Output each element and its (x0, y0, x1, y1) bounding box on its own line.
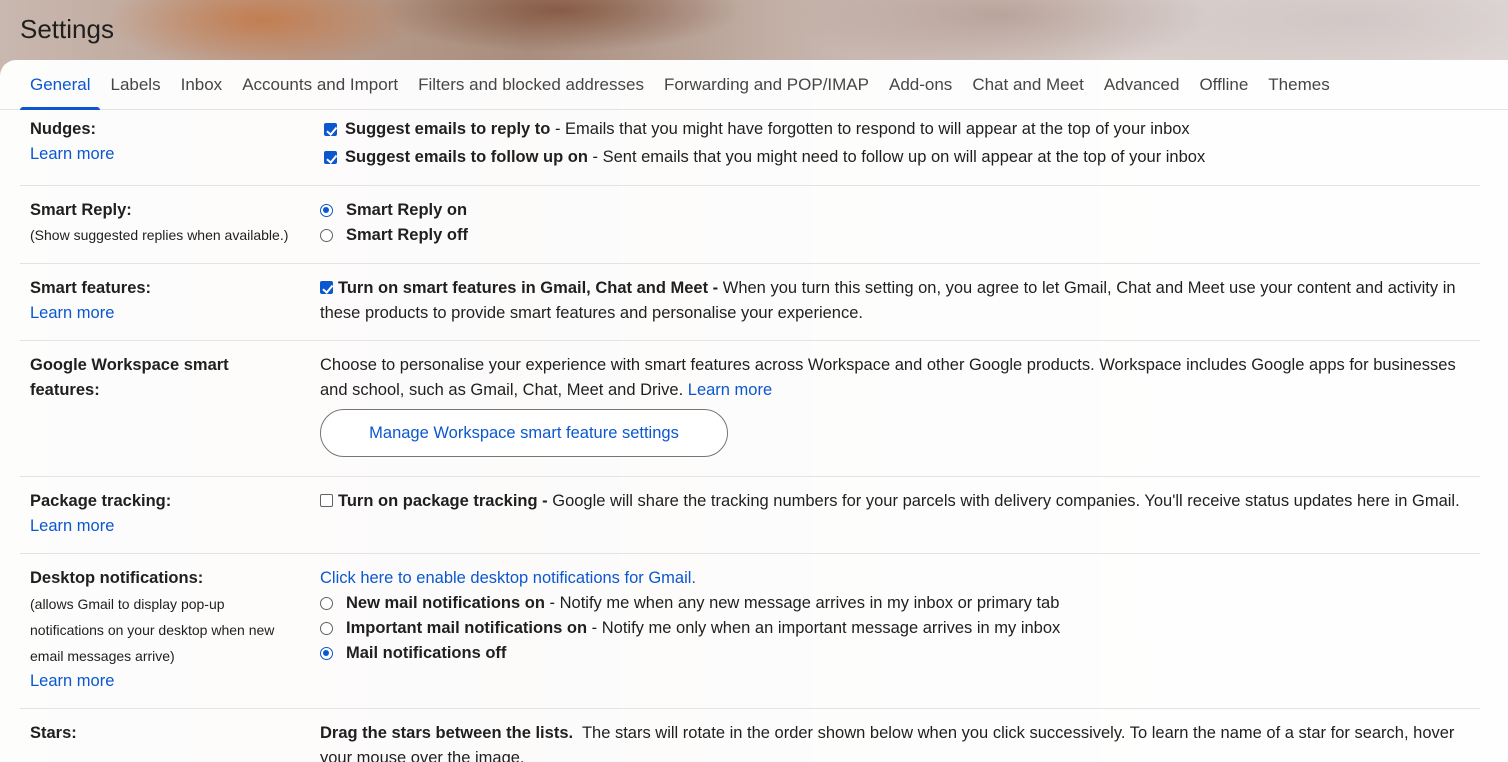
tab-chat-and-meet[interactable]: Chat and Meet (962, 60, 1094, 109)
setting-label-nudges: Nudges: (30, 120, 96, 138)
package-tracking-title: Turn on package tracking - (338, 492, 548, 510)
tab-advanced[interactable]: Advanced (1094, 60, 1190, 109)
mail-notifications-off-radio[interactable] (320, 647, 333, 660)
setting-label-stars: Stars: (30, 724, 77, 742)
desktop-notifications-learn-more-link[interactable]: Learn more (30, 669, 320, 694)
nudges-option-reply: Suggest emails to reply to - Emails that… (324, 117, 1480, 142)
new-mail-notifications-title: New mail notifications on (346, 594, 545, 612)
new-mail-notifications-option[interactable]: New mail notifications on - Notify me wh… (320, 591, 1480, 616)
important-mail-notifications-title: Important mail notifications on (346, 619, 588, 637)
setting-row-workspace-smart-features: Google Workspace smart features: Choose … (20, 341, 1480, 477)
setting-label-desktop-notifications: Desktop notifications: (30, 569, 204, 587)
setting-label-package-tracking: Package tracking: (30, 492, 172, 510)
smart-reply-off-label: Smart Reply off (346, 226, 468, 244)
tab-labels[interactable]: Labels (100, 60, 170, 109)
desktop-notifications-desc-line-2: notifications on your desktop when new (30, 622, 275, 638)
nudges-reply-checkbox[interactable] (324, 123, 337, 136)
enable-desktop-notifications-link[interactable]: Click here to enable desktop notificatio… (320, 566, 1480, 591)
smart-features-option: Turn on smart features in Gmail, Chat an… (320, 276, 1480, 326)
settings-rows: Nudges: Learn more Suggest emails to rep… (20, 110, 1480, 762)
setting-label-workspace-smart-features: Google Workspace smart features: (30, 356, 229, 399)
setting-row-stars: Stars: Drag the stars between the lists.… (20, 709, 1480, 762)
smart-reply-on-option[interactable]: Smart Reply on (320, 198, 1480, 223)
tab-add-ons[interactable]: Add-ons (879, 60, 962, 109)
mail-notifications-off-title: Mail notifications off (346, 644, 507, 662)
workspace-learn-more-link[interactable]: Learn more (688, 381, 772, 399)
stars-instruction-title: Drag the stars between the lists. (320, 724, 574, 742)
package-tracking-option: Turn on package tracking - Google will s… (320, 489, 1480, 514)
important-mail-notifications-option[interactable]: Important mail notifications on - Notify… (320, 616, 1480, 641)
tab-offline[interactable]: Offline (1189, 60, 1258, 109)
smart-reply-off-option[interactable]: Smart Reply off (320, 223, 1480, 248)
settings-panel: General Labels Inbox Accounts and Import… (0, 60, 1508, 762)
tab-forwarding-and-pop-imap[interactable]: Forwarding and POP/IMAP (654, 60, 879, 109)
tab-themes[interactable]: Themes (1258, 60, 1339, 109)
setting-row-nudges: Nudges: Learn more Suggest emails to rep… (20, 110, 1480, 186)
settings-tabs: General Labels Inbox Accounts and Import… (0, 60, 1508, 110)
smart-features-checkbox[interactable] (320, 281, 333, 294)
workspace-description: Choose to personalise your experience wi… (320, 353, 1480, 403)
nudges-reply-desc: - Emails that you might have forgotten t… (550, 120, 1190, 138)
nudges-option-follow-up: Suggest emails to follow up on - Sent em… (324, 145, 1480, 170)
setting-row-smart-reply: Smart Reply: (Show suggested replies whe… (20, 186, 1480, 264)
nudges-reply-title: Suggest emails to reply to (345, 120, 551, 138)
nudges-follow-up-checkbox[interactable] (324, 151, 337, 164)
tab-general[interactable]: General (20, 60, 101, 110)
gmail-settings-window: Settings General Labels Inbox Accounts a… (0, 0, 1508, 762)
page-title: Settings (20, 14, 114, 44)
new-mail-notifications-desc: - Notify me when any new message arrives… (544, 594, 1060, 612)
smart-reply-on-label: Smart Reply on (346, 201, 468, 219)
setting-label-smart-reply: Smart Reply: (30, 201, 132, 219)
desktop-notifications-desc-line-3: email messages arrive) (30, 648, 175, 664)
setting-row-smart-features: Smart features: Learn more Turn on smart… (20, 264, 1480, 341)
smart-reply-description: (Show suggested replies when available.) (30, 227, 289, 243)
smart-reply-on-radio[interactable] (320, 204, 333, 217)
header-bar: Settings (0, 0, 1508, 60)
important-mail-notifications-desc: - Notify me only when an important messa… (587, 619, 1061, 637)
package-tracking-checkbox[interactable] (320, 494, 333, 507)
workspace-desc-text: Choose to personalise your experience wi… (320, 356, 1456, 399)
package-tracking-learn-more-link[interactable]: Learn more (30, 514, 320, 539)
nudges-follow-up-title: Suggest emails to follow up on (345, 148, 588, 166)
nudges-learn-more-link[interactable]: Learn more (30, 142, 320, 167)
tab-inbox[interactable]: Inbox (171, 60, 233, 109)
tab-accounts-and-import[interactable]: Accounts and Import (232, 60, 408, 109)
tab-filters-and-blocked-addresses[interactable]: Filters and blocked addresses (408, 60, 654, 109)
new-mail-notifications-radio[interactable] (320, 597, 333, 610)
setting-row-desktop-notifications: Desktop notifications: (allows Gmail to … (20, 554, 1480, 709)
important-mail-notifications-radio[interactable] (320, 622, 333, 635)
stars-description: Drag the stars between the lists. The st… (320, 721, 1480, 762)
mail-notifications-off-option[interactable]: Mail notifications off (320, 641, 1480, 666)
setting-row-package-tracking: Package tracking: Learn more Turn on pac… (20, 477, 1480, 554)
smart-features-learn-more-link[interactable]: Learn more (30, 301, 320, 326)
desktop-notifications-desc-line-1: (allows Gmail to display pop-up (30, 596, 225, 612)
manage-workspace-settings-button[interactable]: Manage Workspace smart feature settings (320, 409, 728, 457)
smart-features-title: Turn on smart features in Gmail, Chat an… (338, 279, 719, 297)
setting-label-smart-features: Smart features: (30, 279, 152, 297)
smart-reply-off-radio[interactable] (320, 229, 333, 242)
nudges-follow-up-desc: - Sent emails that you might need to fol… (587, 148, 1206, 166)
package-tracking-desc: Google will share the tracking numbers f… (547, 492, 1460, 510)
